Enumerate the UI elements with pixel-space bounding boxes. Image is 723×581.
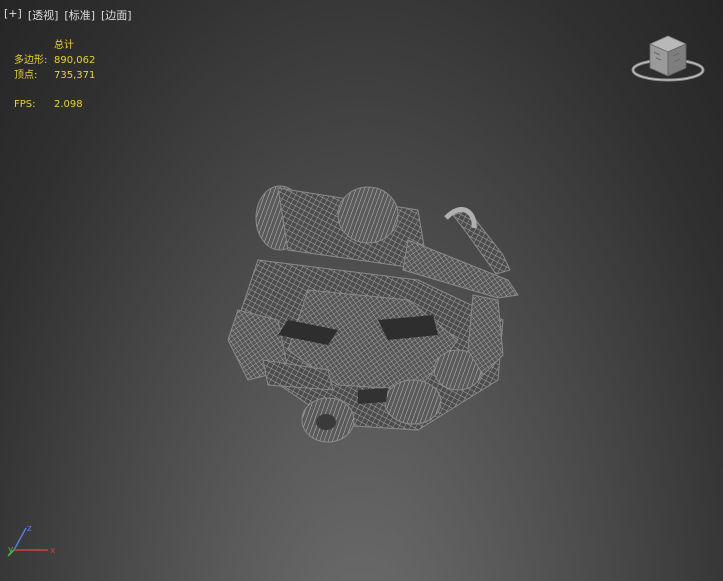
viewport-edges-menu[interactable]: [边面] [101, 7, 132, 23]
axis-tripod-icon: z x y [4, 522, 64, 566]
viewport-label-menu: [+] [透视] [标准] [边面] [4, 7, 132, 23]
viewport-shading-menu[interactable]: [标准] [64, 7, 95, 23]
axis-x-label: x [50, 546, 56, 556]
fps-label: FPS: [14, 99, 36, 110]
viewport-plus-menu[interactable]: [+] [4, 7, 22, 23]
axis-y-label: y [8, 545, 14, 555]
engine-wireframe-model[interactable] [218, 170, 538, 464]
fps-value: 2.098 [54, 99, 83, 110]
statistics-overlay: 总计 多边形: 890,062 顶点: 735,371 FPS: 2.098 [14, 38, 95, 112]
vertices-value: 735,371 [54, 70, 96, 81]
viewcube-icon[interactable] [628, 34, 708, 94]
polygons-label: 多边形: [14, 55, 48, 66]
viewport-view-menu[interactable]: [透视] [28, 7, 59, 23]
polygons-value: 890,062 [54, 55, 96, 66]
vertices-label: 顶点: [14, 70, 38, 81]
viewport-perspective[interactable]: [+] [透视] [标准] [边面] 总计 多边形: 890,062 顶点: 7… [0, 0, 723, 581]
stats-header: 总计 [54, 40, 74, 51]
axis-z-label: z [27, 524, 32, 534]
